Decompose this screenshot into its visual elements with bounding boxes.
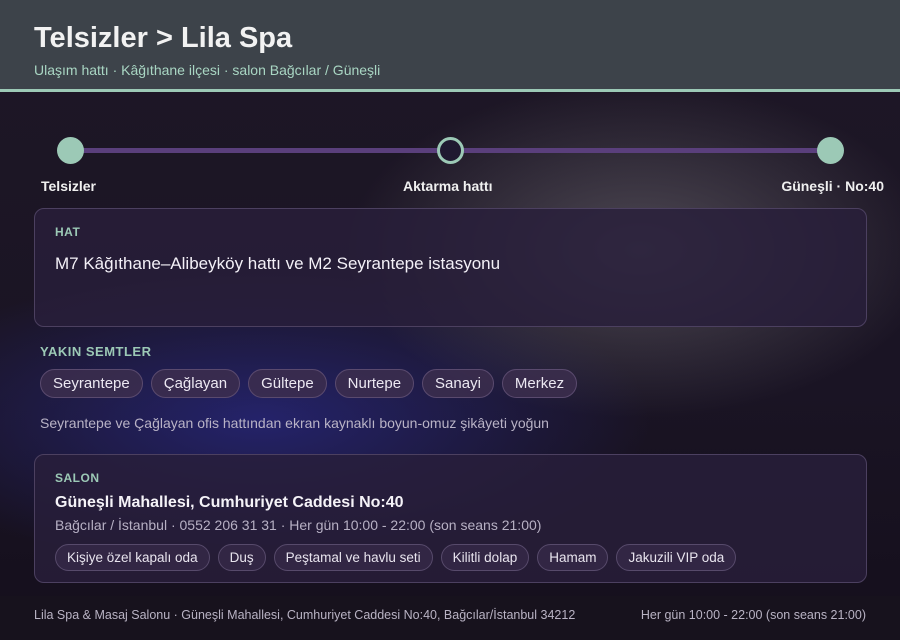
step-label-start: Telsizler — [41, 178, 96, 194]
districts-note: Seyrantepe ve Çağlayan ofis hattından ek… — [40, 415, 549, 431]
district-chip[interactable]: Çağlayan — [150, 369, 241, 398]
salon-meta: Bağcılar / İstanbul · 0552 206 31 31 · H… — [55, 517, 542, 533]
step-label-end: Güneşli · No:40 — [781, 178, 884, 194]
district-chip[interactable]: Gültepe — [248, 369, 327, 398]
amenity-chip: Hamam — [537, 544, 609, 571]
salon-card-label: SALON — [55, 471, 100, 485]
line-card-label: HAT — [55, 225, 81, 239]
salon-card: SALON Güneşli Mahallesi, Cumhuriyet Cadd… — [34, 454, 867, 583]
step-dot-start[interactable] — [57, 137, 84, 164]
step-label-current: Aktarma hattı — [403, 178, 493, 194]
line-description: M7 Kâğıthane–Alibeyköy hattı ve M2 Seyra… — [55, 254, 501, 273]
page-subtitle: Ulaşım hattı · Kâğıthane ilçesi · salon … — [34, 62, 381, 78]
amenity-chip: Duş — [217, 544, 266, 571]
footer-hours: Her gün 10:00 - 22:00 (son seans 21:00) — [640, 608, 866, 622]
page-header: Telsizler > Lila Spa Ulaşım hattı · Kâğı… — [0, 0, 900, 92]
amenity-chip: Kişiye özel kapalı oda — [55, 544, 210, 571]
district-chip[interactable]: Seyrantepe — [40, 369, 143, 398]
nearby-districts-heading: YAKIN SEMTLER — [40, 344, 152, 359]
amenity-chip: Peştamal ve havlu seti — [273, 544, 433, 571]
step-dot-end[interactable] — [817, 137, 844, 164]
district-chip[interactable]: Merkez — [501, 369, 578, 398]
line-card: HAT M7 Kâğıthane–Alibeyköy hattı ve M2 S… — [34, 208, 867, 327]
district-chip[interactable]: Nurtepe — [334, 369, 415, 398]
salon-address: Güneşli Mahallesi, Cumhuriyet Caddesi No… — [55, 494, 404, 511]
amenity-chip: Jakuzili VIP oda — [616, 544, 737, 571]
district-chip[interactable]: Sanayi — [422, 369, 494, 398]
step-dot-current[interactable] — [437, 137, 464, 164]
page-footer: Lila Spa & Masaj Salonu · Güneşli Mahall… — [0, 596, 900, 640]
amenity-chip: Kilitli dolap — [440, 544, 530, 571]
route-stepper: Telsizler Aktarma hattı Güneşli · No:40 — [0, 130, 900, 200]
page-title: Telsizler > Lila Spa — [34, 22, 293, 54]
footer-address: Lila Spa & Masaj Salonu · Güneşli Mahall… — [34, 608, 576, 622]
amenity-list: Kişiye özel kapalı oda Duş Peştamal ve h… — [55, 544, 737, 571]
district-chip-list: Seyrantepe Çağlayan Gültepe Nurtepe Sana… — [40, 369, 578, 398]
